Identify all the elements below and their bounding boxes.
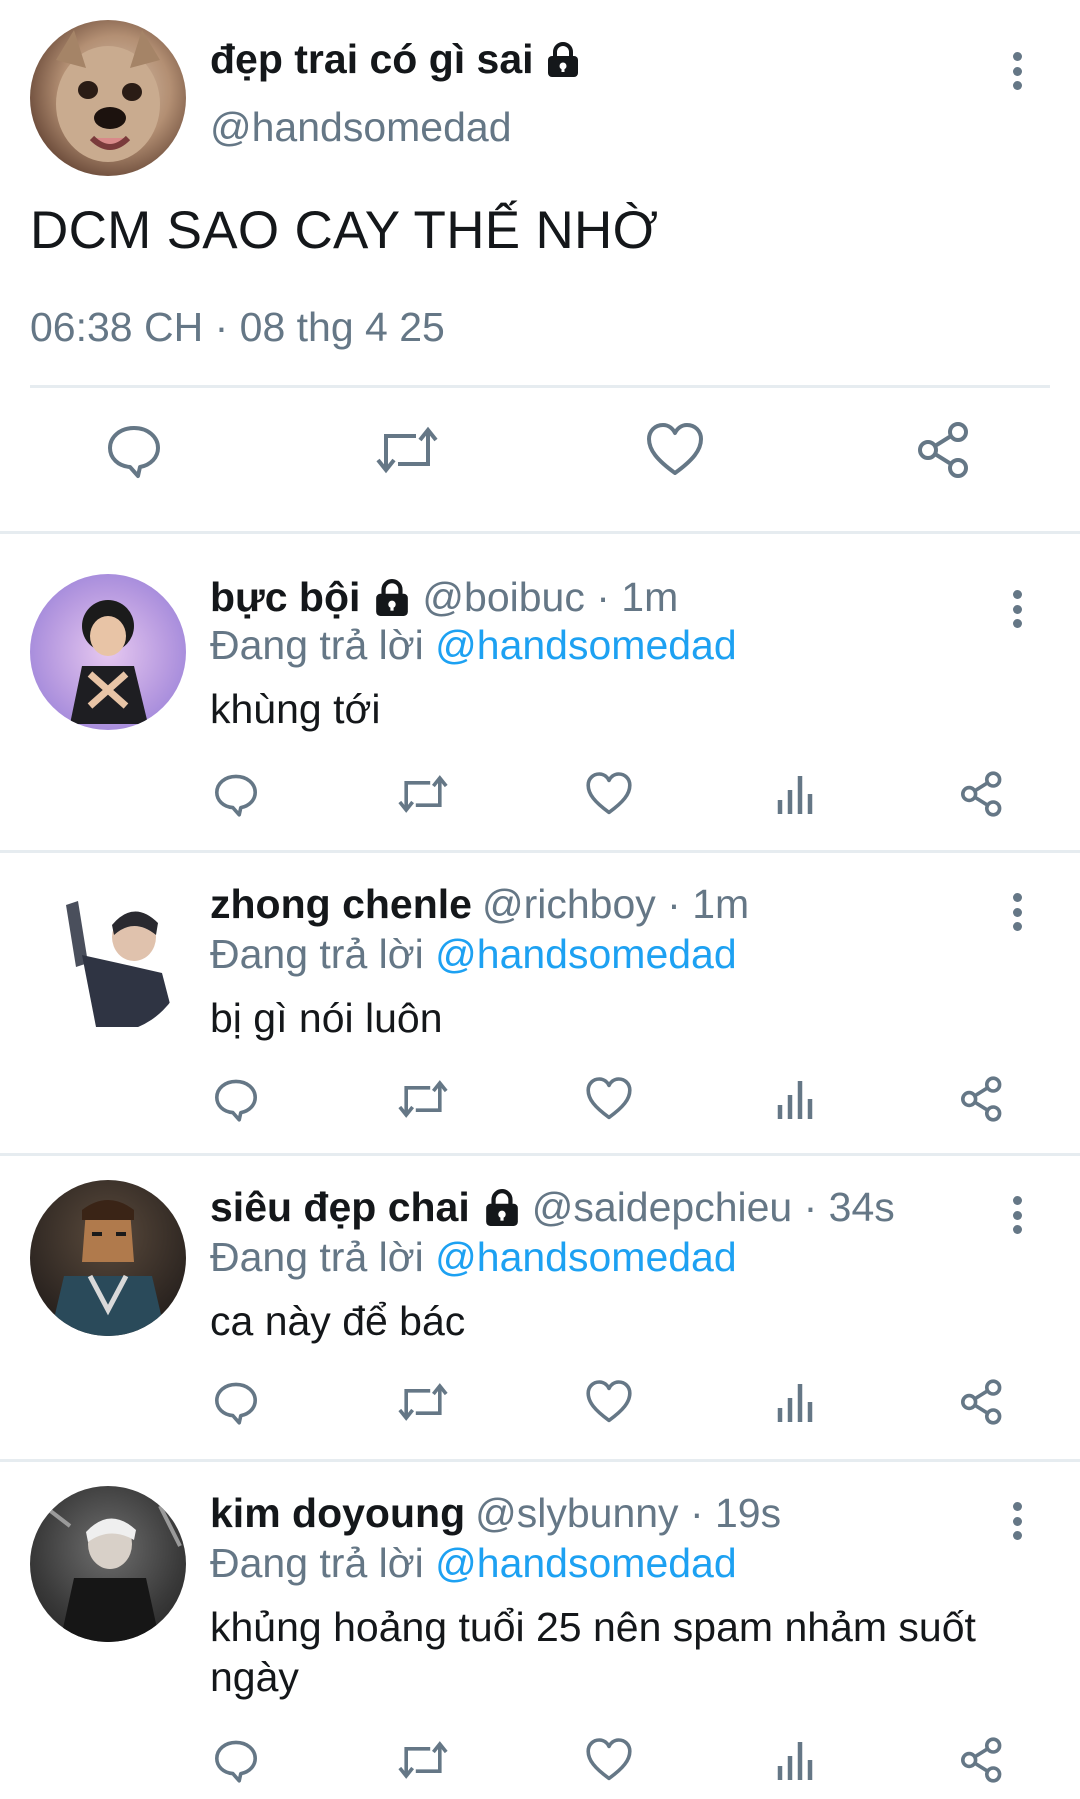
replying-to: Đang trả lời @handsomedad (210, 622, 737, 669)
reply-meta[interactable]: @slybunny · 19s (475, 1490, 781, 1537)
reply-icon[interactable] (212, 1075, 260, 1123)
more-options-icon[interactable] (1002, 46, 1032, 96)
reply-actions (0, 1736, 1080, 1796)
reply-text: khùng tới (210, 686, 381, 732)
reply-avatar[interactable] (30, 1486, 186, 1642)
reply-avatar[interactable] (30, 877, 186, 1033)
share-icon[interactable] (958, 1736, 1006, 1784)
author-name-row[interactable]: đẹp trai có gì sai (210, 36, 580, 83)
reply-header: zhong chenle @richboy · 1m (210, 881, 749, 928)
reply-tweet[interactable]: siêu đẹp chai @saidepchieu · 34s Đang tr… (0, 1156, 1080, 1459)
tweet-actions (0, 420, 1080, 500)
reply-header: bực bội @boibuc · 1m (210, 574, 678, 621)
reply-icon[interactable] (212, 770, 260, 818)
divider (30, 385, 1050, 388)
reply-icon[interactable] (212, 1378, 260, 1426)
like-icon[interactable] (585, 1736, 633, 1784)
share-icon[interactable] (958, 1075, 1006, 1123)
reply-header: kim doyoung @slybunny · 19s (210, 1490, 781, 1537)
retweet-icon[interactable] (395, 1075, 451, 1123)
reply-actions (0, 1378, 1080, 1438)
replying-to: Đang trả lời @handsomedad (210, 931, 737, 978)
replying-label: Đang trả lời (210, 622, 424, 668)
reply-actions (0, 1075, 1080, 1135)
reply-text: ca này để bác (210, 1298, 466, 1344)
analytics-icon[interactable] (772, 1075, 820, 1123)
reply-meta[interactable]: @saidepchieu · 34s (532, 1184, 895, 1231)
replying-label: Đang trả lời (210, 1540, 424, 1586)
more-options-icon[interactable] (1002, 1496, 1032, 1546)
mention-link[interactable]: @handsomedad (435, 931, 737, 977)
like-icon[interactable] (585, 1075, 633, 1123)
analytics-icon[interactable] (772, 1378, 820, 1426)
reply-author-name[interactable]: kim doyoung (210, 1490, 465, 1537)
replying-label: Đang trả lời (210, 931, 424, 977)
tweet-text: DCM SAO CAY THẾ NHỜ (30, 201, 659, 260)
reply-actions (0, 770, 1080, 830)
like-icon[interactable] (585, 770, 633, 818)
replying-label: Đang trả lời (210, 1234, 424, 1280)
replying-to: Đang trả lời @handsomedad (210, 1234, 737, 1281)
author-name[interactable]: đẹp trai có gì sai (210, 36, 534, 83)
mention-link[interactable]: @handsomedad (435, 622, 737, 668)
tweet-timestamp[interactable]: 06:38 CH · 08 thg 4 25 (30, 304, 445, 351)
more-options-icon[interactable] (1002, 1190, 1032, 1240)
retweet-icon[interactable] (395, 1378, 451, 1426)
reply-author-name[interactable]: zhong chenle (210, 881, 472, 928)
reply-text: bị gì nói luôn (210, 995, 443, 1041)
lock-icon (482, 1188, 522, 1227)
reply-tweet[interactable]: bực bội @boibuc · 1m Đang trả lời @hands… (0, 534, 1080, 850)
retweet-icon[interactable] (395, 770, 451, 818)
reply-avatar[interactable] (30, 1180, 186, 1336)
more-options-icon[interactable] (1002, 887, 1032, 937)
lock-icon (372, 578, 412, 617)
author-avatar[interactable] (30, 20, 186, 176)
reply-author-name[interactable]: bực bội (210, 574, 360, 621)
reply-header: siêu đẹp chai @saidepchieu · 34s (210, 1184, 895, 1231)
reply-author-name[interactable]: siêu đẹp chai (210, 1184, 470, 1231)
like-icon[interactable] (645, 420, 705, 480)
author-handle[interactable]: @handsomedad (210, 104, 512, 151)
reply-meta[interactable]: @richboy · 1m (482, 881, 749, 928)
share-icon[interactable] (958, 770, 1006, 818)
like-icon[interactable] (585, 1378, 633, 1426)
main-tweet: đẹp trai có gì sai @handsomedad DCM SAO … (0, 0, 1080, 531)
share-icon[interactable] (914, 420, 974, 480)
mention-link[interactable]: @handsomedad (435, 1540, 737, 1586)
analytics-icon[interactable] (772, 1736, 820, 1784)
reply-icon[interactable] (212, 1736, 260, 1784)
reply-icon[interactable] (104, 420, 164, 480)
reply-meta[interactable]: @boibuc · 1m (422, 574, 678, 621)
retweet-icon[interactable] (395, 1736, 451, 1784)
share-icon[interactable] (958, 1378, 1006, 1426)
reply-tweet[interactable]: kim doyoung @slybunny · 19s Đang trả lời… (0, 1462, 1080, 1799)
analytics-icon[interactable] (772, 770, 820, 818)
replying-to: Đang trả lời @handsomedad (210, 1540, 737, 1587)
retweet-icon[interactable] (372, 420, 442, 480)
lock-icon (546, 41, 580, 78)
reply-tweet[interactable]: zhong chenle @richboy · 1m Đang trả lời … (0, 853, 1080, 1153)
reply-text: khủng hoảng tuổi 25 nên spam nhảm suốt n… (210, 1604, 976, 1700)
mention-link[interactable]: @handsomedad (435, 1234, 737, 1280)
reply-avatar[interactable] (30, 574, 186, 730)
more-options-icon[interactable] (1002, 584, 1032, 634)
